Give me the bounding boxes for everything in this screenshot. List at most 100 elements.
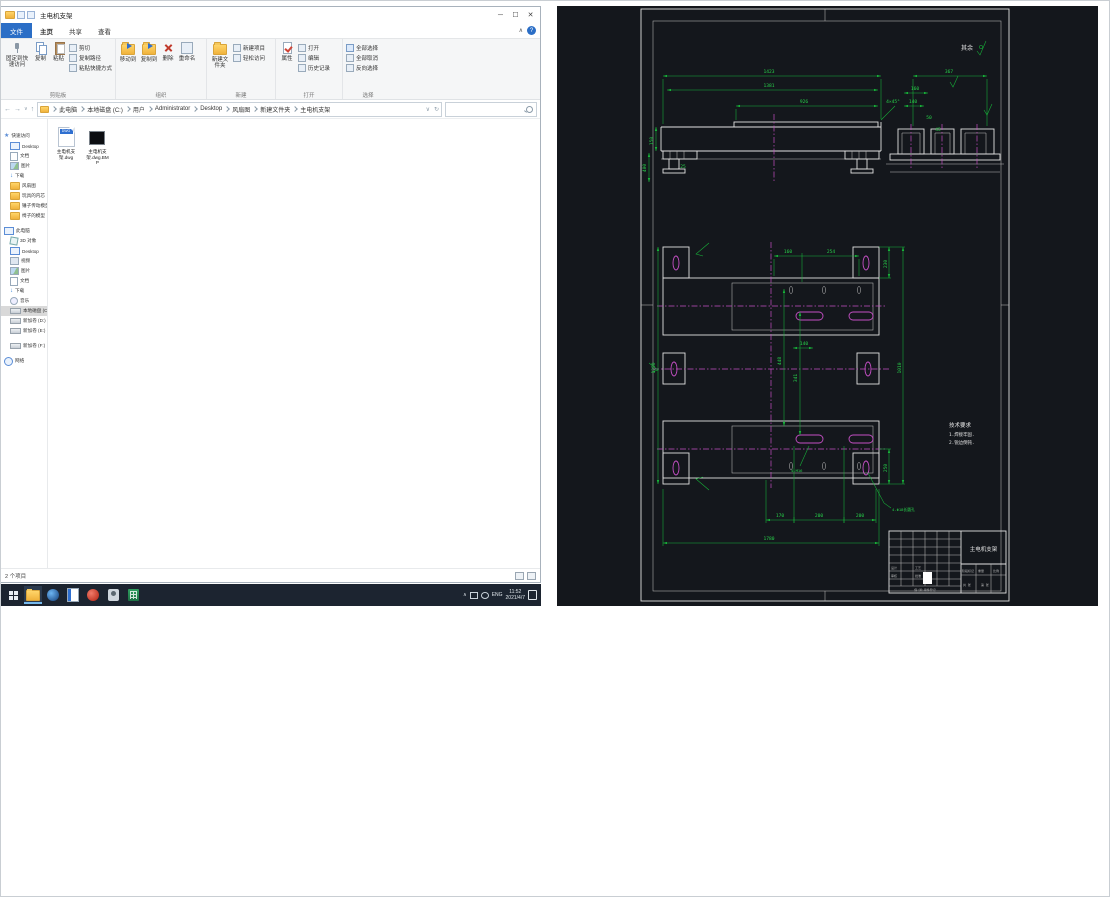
sidebar-item-documents[interactable]: 文档 — [1, 276, 47, 286]
breadcrumb-segment[interactable]: 风扇图 — [232, 105, 250, 114]
sidebar-item-desktop[interactable]: Desktop — [1, 246, 47, 256]
ribbon-group-open: 属性 打开 编辑 历史记录 打开 — [276, 39, 343, 99]
copy-path-button[interactable]: 复制路径 — [69, 54, 112, 62]
breadcrumb-segment[interactable]: 新建文件夹 — [260, 105, 290, 114]
back-button[interactable]: ← — [4, 106, 11, 113]
collapse-ribbon-icon[interactable]: ∧ — [519, 27, 523, 34]
sidebar-item-local-disk-c[interactable]: 本地磁盘 (C:) — [1, 306, 47, 316]
up-button[interactable]: ↑ — [31, 106, 35, 113]
sidebar-item-recent-folder[interactable]: 风扇图 — [1, 181, 47, 191]
history-button[interactable]: 历史记录 — [298, 64, 330, 72]
sidebar-item-music[interactable]: 音乐 — [1, 296, 47, 306]
tray-chevron-icon[interactable]: ∧ — [463, 592, 467, 598]
cut-button[interactable]: 剪切 — [69, 44, 112, 52]
select-none-button[interactable]: 全部取消 — [346, 54, 378, 62]
ribbon-group-organize: 移动到 复制到 删除 重命名 组织 — [116, 39, 207, 99]
sidebar-item-volume-f[interactable]: 新加卷 (F:) — [1, 341, 47, 351]
sidebar-item-desktop-pinned[interactable]: Desktop — [1, 141, 47, 151]
sidebar-item-volume-e[interactable]: 新加卷 (E:) — [1, 326, 47, 336]
paste-shortcut-button[interactable]: 粘贴快捷方式 — [69, 64, 112, 72]
tab-file[interactable]: 文件 — [1, 23, 32, 38]
sidebar-item-pictures-pinned[interactable]: 图片 — [1, 161, 47, 171]
new-folder-button[interactable]: 新建文件夹 — [210, 41, 230, 70]
taskbar-file-explorer[interactable] — [24, 586, 42, 604]
edit-button[interactable]: 编辑 — [298, 54, 330, 62]
pin-to-quick-access-button[interactable]: 固定到快速访问 — [4, 41, 30, 69]
breadcrumb-segment[interactable]: 主电机支架 — [300, 105, 330, 114]
file-item-bmp[interactable]: 主电机支架.dwg.BMP — [85, 127, 109, 166]
tab-home[interactable]: 主页 — [32, 23, 61, 38]
details-view-icon[interactable] — [515, 571, 524, 580]
clock[interactable]: 11:52 2021/4/7 — [506, 589, 525, 601]
tab-share[interactable]: 共享 — [61, 23, 90, 38]
sidebar-item-recent-folder[interactable]: 玩具的内芯 — [1, 191, 47, 201]
technical-requirements: 技术要求 1.焊接牢固. 2.锐边倒钝. — [949, 421, 975, 446]
sidebar-item-pictures[interactable]: 图片 — [1, 266, 47, 276]
forward-button[interactable]: → — [14, 106, 21, 113]
search-box[interactable] — [445, 101, 537, 117]
taskbar-app-spreadsheet[interactable] — [124, 586, 142, 604]
invert-selection-button[interactable]: 反向选择 — [346, 64, 378, 72]
paste-button[interactable]: 粘贴 — [51, 41, 66, 62]
qat-button-icon[interactable] — [17, 11, 25, 19]
help-icon[interactable]: ? — [527, 26, 536, 35]
breadcrumb-segment[interactable]: Administrator — [155, 106, 190, 112]
rename-icon — [181, 42, 193, 54]
dim-label: 250 — [883, 464, 889, 473]
folder-icon — [10, 182, 20, 190]
breadcrumb-segment[interactable]: 本地磁盘 (C:) — [87, 105, 123, 114]
cad-drawing: 其余 1423 1381 926 150 400 25 4×45° 367 16… — [640, 8, 1010, 602]
new-item-button[interactable]: 新建项目 — [233, 44, 265, 52]
breadcrumb-segment[interactable]: Desktop — [200, 106, 222, 112]
breadcrumb-segment[interactable]: 此电脑 — [59, 105, 77, 114]
computer-icon — [4, 227, 14, 235]
close-button[interactable]: ✕ — [523, 8, 538, 22]
title-block-label: 批准 — [915, 573, 921, 578]
address-bar[interactable]: 此电脑 本地磁盘 (C:) 用户 Administrator Desktop 风… — [37, 101, 442, 117]
search-input[interactable] — [446, 105, 530, 113]
ribbon-group-clipboard: 固定到快速访问 复制 粘贴 剪切 复制路径 粘贴快捷方式 剪贴板 — [1, 39, 116, 99]
file-item-dwg[interactable]: DWG 主电机支架.dwg — [54, 127, 78, 160]
sidebar-item-downloads-pinned[interactable]: ↓ 下载 — [1, 171, 47, 181]
sidebar-item-recent-folder[interactable]: 锤子传动模型 — [1, 201, 47, 211]
maximize-button[interactable]: ☐ — [508, 8, 523, 22]
address-dropdown-icon[interactable]: ∨ — [426, 106, 430, 113]
title-bar: 主电机支架 ─ ☐ ✕ — [1, 7, 540, 23]
tray-display-icon[interactable] — [469, 591, 478, 599]
sidebar-item-this-pc[interactable]: 此电脑 — [1, 226, 47, 236]
sidebar-item-downloads[interactable]: ↓ 下载 — [1, 286, 47, 296]
taskbar-app-red[interactable] — [84, 586, 102, 604]
title-block-register: 借(通)用件登记 — [914, 587, 936, 592]
delete-button[interactable]: 删除 — [161, 41, 175, 62]
refresh-icon[interactable]: ↻ — [434, 106, 439, 113]
copy-to-button[interactable]: 复制到 — [140, 41, 158, 63]
minimize-button[interactable]: ─ — [493, 8, 508, 22]
copy-button[interactable]: 复制 — [33, 41, 48, 62]
tab-view[interactable]: 查看 — [90, 23, 119, 38]
easy-access-button[interactable]: 轻松访问 — [233, 54, 265, 62]
qat-customize-icon[interactable] — [27, 11, 35, 19]
sidebar-item-documents-pinned[interactable]: 文档 — [1, 151, 47, 161]
recent-dropdown-icon[interactable]: ∨ — [24, 106, 28, 112]
sidebar-item-volume-d[interactable]: 新加卷 (D:) — [1, 316, 47, 326]
properties-button[interactable]: 属性 — [279, 41, 295, 62]
input-language[interactable]: ENG — [492, 592, 503, 598]
taskbar-app-browser[interactable] — [44, 586, 62, 604]
sidebar-item-network[interactable]: 网络 — [1, 356, 47, 366]
select-all-button[interactable]: 全部选择 — [346, 44, 378, 52]
open-button[interactable]: 打开 — [298, 44, 330, 52]
thumbnail-view-icon[interactable] — [527, 571, 536, 580]
sidebar-item-videos[interactable]: 视频 — [1, 256, 47, 266]
taskbar-app-messenger[interactable] — [104, 586, 122, 604]
tray-volume-icon[interactable] — [480, 591, 489, 599]
taskbar-app-document[interactable] — [64, 586, 82, 604]
rename-button[interactable]: 重命名 — [178, 41, 196, 62]
quick-access-toolbar[interactable] — [17, 11, 35, 19]
start-button[interactable] — [4, 586, 22, 604]
breadcrumb-segment[interactable]: 用户 — [133, 105, 145, 114]
sidebar-item-recent-folder[interactable]: 椅子的模型 — [1, 211, 47, 221]
sidebar-item-3d-objects[interactable]: 3D 对象 — [1, 236, 47, 246]
action-center-icon[interactable] — [528, 590, 537, 600]
sidebar-item-quick-access[interactable]: ★ 快速访问 — [1, 131, 47, 141]
move-to-button[interactable]: 移动到 — [119, 41, 137, 63]
